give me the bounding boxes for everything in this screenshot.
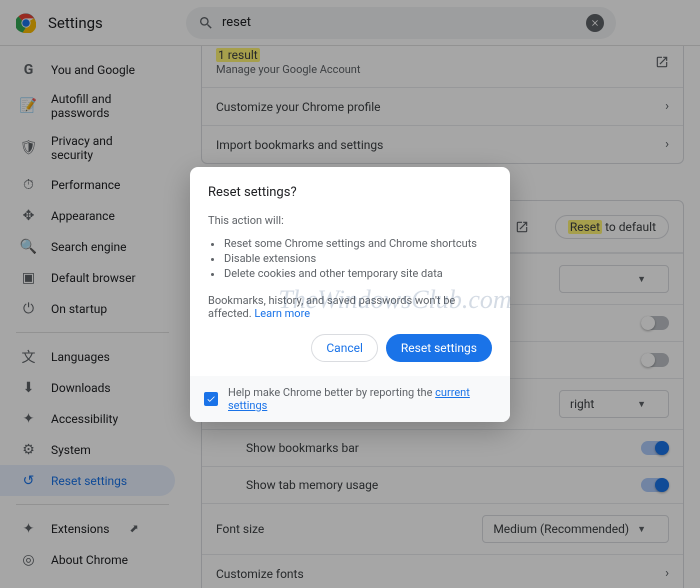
dialog-actions: Cancel Reset settings (190, 334, 510, 376)
learn-more-link[interactable]: Learn more (254, 307, 310, 320)
list-item: Reset some Chrome settings and Chrome sh… (224, 237, 492, 250)
dialog-list: Reset some Chrome settings and Chrome sh… (208, 237, 492, 280)
dialog-title: Reset settings? (208, 185, 492, 200)
help-checkbox[interactable] (204, 392, 218, 406)
reset-settings-button[interactable]: Reset settings (386, 334, 492, 362)
cancel-button[interactable]: Cancel (311, 334, 378, 362)
dialog-lead: This action will: (208, 214, 492, 227)
list-item: Disable extensions (224, 252, 492, 265)
dialog-note: Bookmarks, history, and saved passwords … (208, 294, 492, 320)
modal-overlay: Reset settings? This action will: Reset … (0, 0, 700, 588)
reset-dialog: Reset settings? This action will: Reset … (190, 167, 510, 422)
dialog-footer: Help make Chrome better by reporting the… (190, 376, 510, 422)
list-item: Delete cookies and other temporary site … (224, 267, 492, 280)
